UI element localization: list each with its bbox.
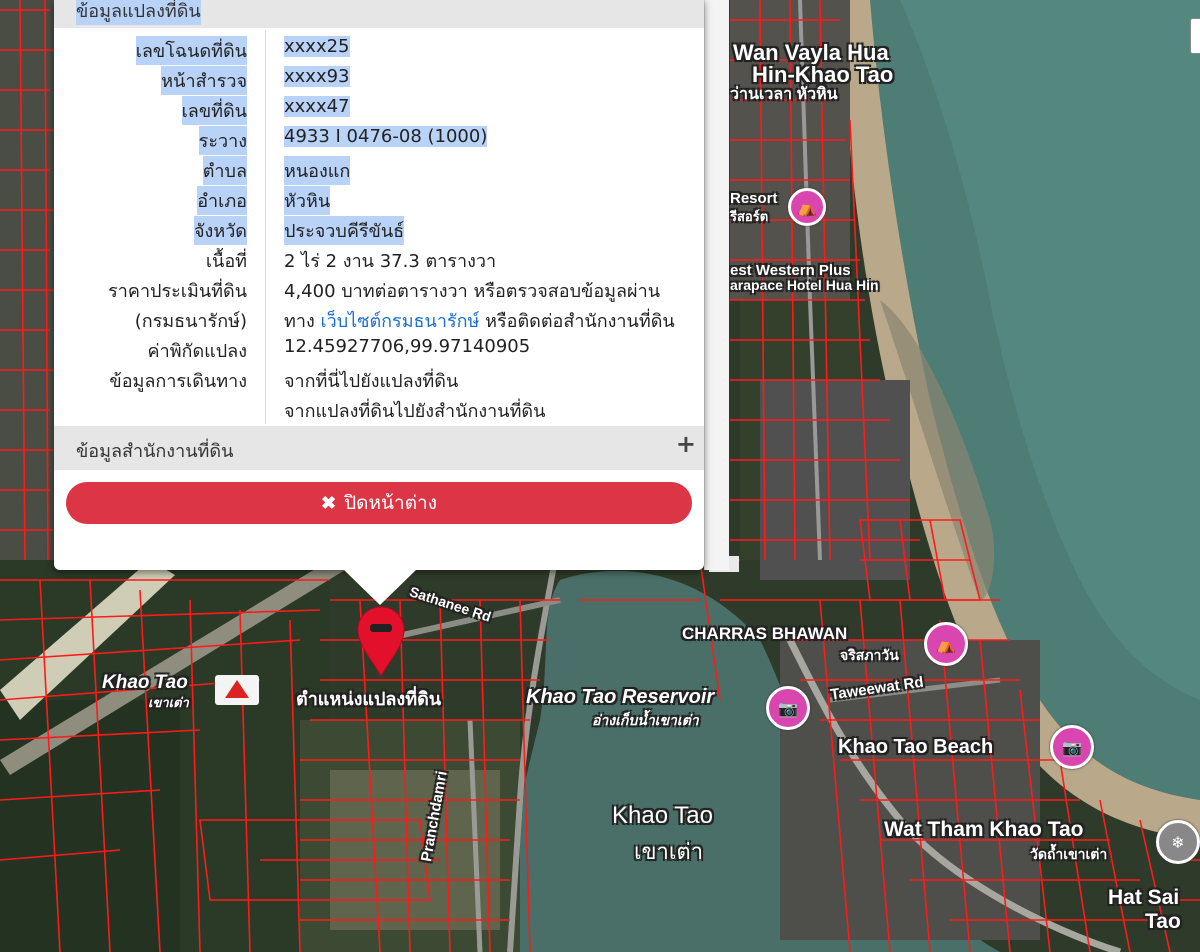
map-label-reservoir-th: อ่างเก็บน้ำเขาเต่า <box>592 712 699 728</box>
survey-page-value: xxxx93 <box>284 66 350 87</box>
map-label-charras-th: จริสภาวัน <box>840 647 899 663</box>
close-window-button[interactable]: ✖ ปิดหน้าต่าง <box>66 482 692 524</box>
camera-poi-icon-2[interactable]: 📷 <box>1050 725 1094 769</box>
coords-link[interactable]: 12.45927706,99.97140905 <box>284 336 530 357</box>
land-number-value: xxxx47 <box>284 96 350 117</box>
treasury-website-link[interactable]: เว็บไซต์กรมธนารักษ์ <box>320 311 479 332</box>
map-label-resort-th: รีสอร์ต <box>730 209 769 224</box>
province-value: ประจวบคีรีขันธ์ <box>284 216 405 245</box>
coords-label: ค่าพิกัดแปลง <box>147 341 247 362</box>
row-sheet: ระวาง 4933 I 0476-08 (1000) <box>54 122 704 155</box>
parcel-info-popup: ข้อมูลแปลงที่ดิน เลขโฉนดที่ดิน xxxx25 หน… <box>54 0 704 570</box>
close-window-label: ปิดหน้าต่าง <box>344 493 437 514</box>
row-province: จังหวัด ประจวบคีรีขันธ์ <box>54 212 704 245</box>
directions-to-office-link[interactable]: จากแปลงที่ดินไปยังสำนักงานที่ดิน <box>284 396 545 425</box>
map-label-resort: Resort <box>730 190 778 207</box>
expand-plus-icon[interactable]: + <box>676 430 696 458</box>
map-label-best-western-2: arapace Hotel Hua Hin <box>730 277 879 293</box>
price-suffix: หรือติดต่อสำนักงานที่ดิน <box>479 311 675 332</box>
map-label-hat-sai: Hat Sai <box>1108 886 1180 909</box>
row-deed-number: เลขโฉนดที่ดิน xxxx25 <box>54 32 704 65</box>
row-price: ราคาประเมินที่ดิน 4,400 บาทต่อตารางวา หร… <box>54 272 704 302</box>
row-coords: ค่าพิกัดแปลง 12.45927706,99.97140905 <box>54 332 704 362</box>
row-price-2: (กรมธนารักษ์) ทาง เว็บไซต์กรมธนารักษ์ หร… <box>54 302 704 332</box>
map-control-icon[interactable] <box>1190 18 1200 54</box>
map-label-hat-sai-2: Tao <box>1145 910 1181 933</box>
row-travel-2: จากแปลงที่ดินไปยังสำนักงานที่ดิน <box>54 392 704 422</box>
marker-label: ตำแหน่งแปลงที่ดิน <box>296 689 442 709</box>
subdistrict-value: หนองแก <box>284 156 351 185</box>
price-prefix: ทาง <box>284 311 321 332</box>
hotel-poi-icon-2[interactable]: ⛺ <box>924 622 968 666</box>
sheet-label: ระวาง <box>198 126 247 155</box>
deed-number-label: เลขโฉนดที่ดิน <box>135 36 247 65</box>
temple-poi-icon[interactable]: ❄ <box>1156 820 1200 864</box>
close-x-icon: ✖ <box>321 492 337 513</box>
map-label-khao-tao: Khao Tao <box>612 802 713 829</box>
survey-page-label: หน้าสำรวจ <box>161 66 247 95</box>
price-label: ราคาประเมินที่ดิน <box>108 281 247 302</box>
map-label-khao-tao-th: เขาเต่า <box>634 839 704 864</box>
popup-pointer-arrow <box>343 569 417 605</box>
parcel-section-header[interactable]: ข้อมูลแปลงที่ดิน <box>54 0 704 28</box>
hotel-poi-icon[interactable]: ⛺ <box>788 188 826 226</box>
subdistrict-label: ตำบล <box>202 156 247 185</box>
popup-scrollbar[interactable] <box>704 0 729 570</box>
travel-label: ข้อมูลการเดินทาง <box>109 371 247 392</box>
row-land-number: เลขที่ดิน xxxx47 <box>54 92 704 125</box>
area-label: เนื้อที่ <box>205 251 247 272</box>
row-travel: ข้อมูลการเดินทาง จากที่นี่ไปยังแปลงที่ดิ… <box>54 362 704 392</box>
map-label-reservoir: Khao Tao Reservoir <box>526 686 715 708</box>
deed-number-value: xxxx25 <box>284 36 350 57</box>
row-survey-page: หน้าสำรวจ xxxx93 <box>54 62 704 95</box>
camera-poi-icon[interactable]: 📷 <box>766 686 810 730</box>
row-district: อำเภอ หัวหิน <box>54 182 704 215</box>
map-label-beach: Khao Tao Beach <box>838 736 994 758</box>
map-label-wan-vayla-th: ว่านเวลา หัวหิน <box>730 86 838 103</box>
office-section-header[interactable]: ข้อมูลสำนักงานที่ดิน + <box>54 426 704 470</box>
province-label: จังหวัด <box>194 216 247 245</box>
price-label-source: (กรมธนารักษ์) <box>134 311 247 332</box>
district-label: อำเภอ <box>197 186 247 215</box>
office-section-title: ข้อมูลสำนักงานที่ดิน <box>76 441 234 462</box>
directions-to-parcel-link[interactable]: จากที่นี่ไปยังแปลงที่ดิน <box>284 366 458 395</box>
row-area: เนื้อที่ 2 ไร่ 2 งาน 37.3 ตารางวา <box>54 242 704 272</box>
sheet-value: 4933 I 0476-08 (1000) <box>284 126 488 147</box>
price-value-line1: 4,400 บาทต่อตารางวา หรือตรวจสอบข้อมูลผ่า… <box>284 281 660 302</box>
map-label-wat-tham: Wat Tham Khao Tao <box>884 818 1084 841</box>
map-label-wat-tham-th: วัดถ้ำเขาเต่า <box>1030 846 1108 862</box>
price-value-line2: ทาง เว็บไซต์กรมธนารักษ์ หรือติดต่อสำนักง… <box>284 306 675 335</box>
district-value: หัวหิน <box>284 186 331 215</box>
map-label-station: Khao Tao <box>102 672 188 693</box>
parcel-section-title: ข้อมูลแปลงที่ดิน <box>76 0 201 25</box>
area-value: 2 ไร่ 2 งาน 37.3 ตารางวา <box>284 251 497 272</box>
land-number-label: เลขที่ดิน <box>181 96 247 125</box>
map-label-charras: CHARRAS BHAWAN <box>682 624 848 643</box>
map-label-station-th: เขาเต่า <box>148 695 189 710</box>
row-subdistrict: ตำบล หนองแก <box>54 152 704 185</box>
